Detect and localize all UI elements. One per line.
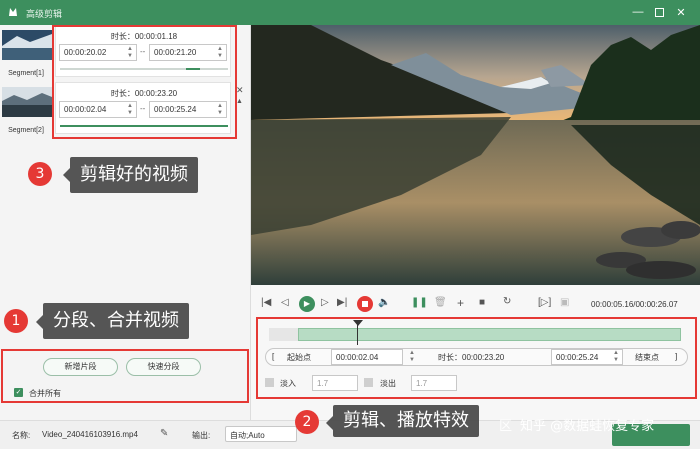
segment-panel: Segment[1] Segment[2] 时长：00:00:01.18 00:… [0,25,251,420]
copy-icon[interactable]: ■ [479,297,485,308]
callout-2-pointer [326,416,333,430]
window-title: 高级剪辑 [26,9,63,19]
segment-2-move-icon[interactable]: ▲ [236,98,243,105]
maximize-icon[interactable] [652,5,666,19]
edit-name-icon[interactable]: ✎ [160,428,168,439]
close-icon[interactable]: ✕ [674,5,688,19]
output-select[interactable]: 自动;Auto [225,426,297,442]
snapshot-icon[interactable]: ▣ [560,297,569,308]
step-forward-icon[interactable]: ▷ [321,297,329,308]
highlight-segment-buttons [1,349,249,403]
reset-icon[interactable]: ↻ [503,296,511,307]
callout-1-label: 分段、合并视频 [43,303,189,339]
minimize-icon[interactable]: — [631,5,645,19]
watermark: 知乎 @数据蛙恢复专家 [520,419,655,434]
callout-1-number: 1 [4,309,28,333]
title-bar: 高级剪辑 — ✕ [0,0,700,25]
volume-icon[interactable]: 🔈 [378,297,390,308]
app-logo-icon [9,8,17,16]
file-name-label: 名称: [12,431,31,440]
highlight-edit-controls [256,317,697,399]
frame-icon[interactable]: [▷] [538,297,551,308]
segment-2-label: Segment[2] [8,127,44,134]
file-name: Video_240416103916.mp4 [42,430,138,439]
time-readout: 00:00:05.16/00:00:26.07 [591,300,678,309]
skip-end-icon[interactable]: ▶| [337,297,347,308]
highlight-segment-list [52,25,237,139]
callout-2-number: 2 [295,410,319,434]
segment-2-thumbnail[interactable] [2,87,52,117]
output-label: 输出: [192,431,211,440]
stop-button[interactable] [357,296,373,312]
callout-2-label: 剪辑、播放特效 [333,405,479,437]
segment-1-thumbnail[interactable] [2,30,52,60]
callout-3-pointer [63,168,70,182]
skip-start-icon[interactable]: |◀ [261,297,271,308]
watermark-partial: 区 [499,419,513,434]
callout-3-number: 3 [28,162,52,186]
video-preview[interactable] [251,25,700,285]
segment-2-delete-icon[interactable]: ✕ [236,85,244,96]
segment-1-label: Segment[1] [8,70,44,77]
split-icon[interactable]: ❚❚ [411,297,428,308]
delete-icon[interactable]: 🗑 [434,297,447,308]
callout-3-label: 剪辑好的视频 [70,157,198,193]
add-icon[interactable]: + [457,296,464,310]
editor-controls: |◀ ◁ ▶ ▷ ▶| 🔈 ❚❚ 🗑 + ■ ↻ [▷] ▣ 00:00:05.… [251,285,700,420]
callout-1-pointer [36,315,43,329]
preview-frame [251,25,700,285]
play-button[interactable]: ▶ [299,296,315,312]
step-back-icon[interactable]: ◁ [281,297,289,308]
